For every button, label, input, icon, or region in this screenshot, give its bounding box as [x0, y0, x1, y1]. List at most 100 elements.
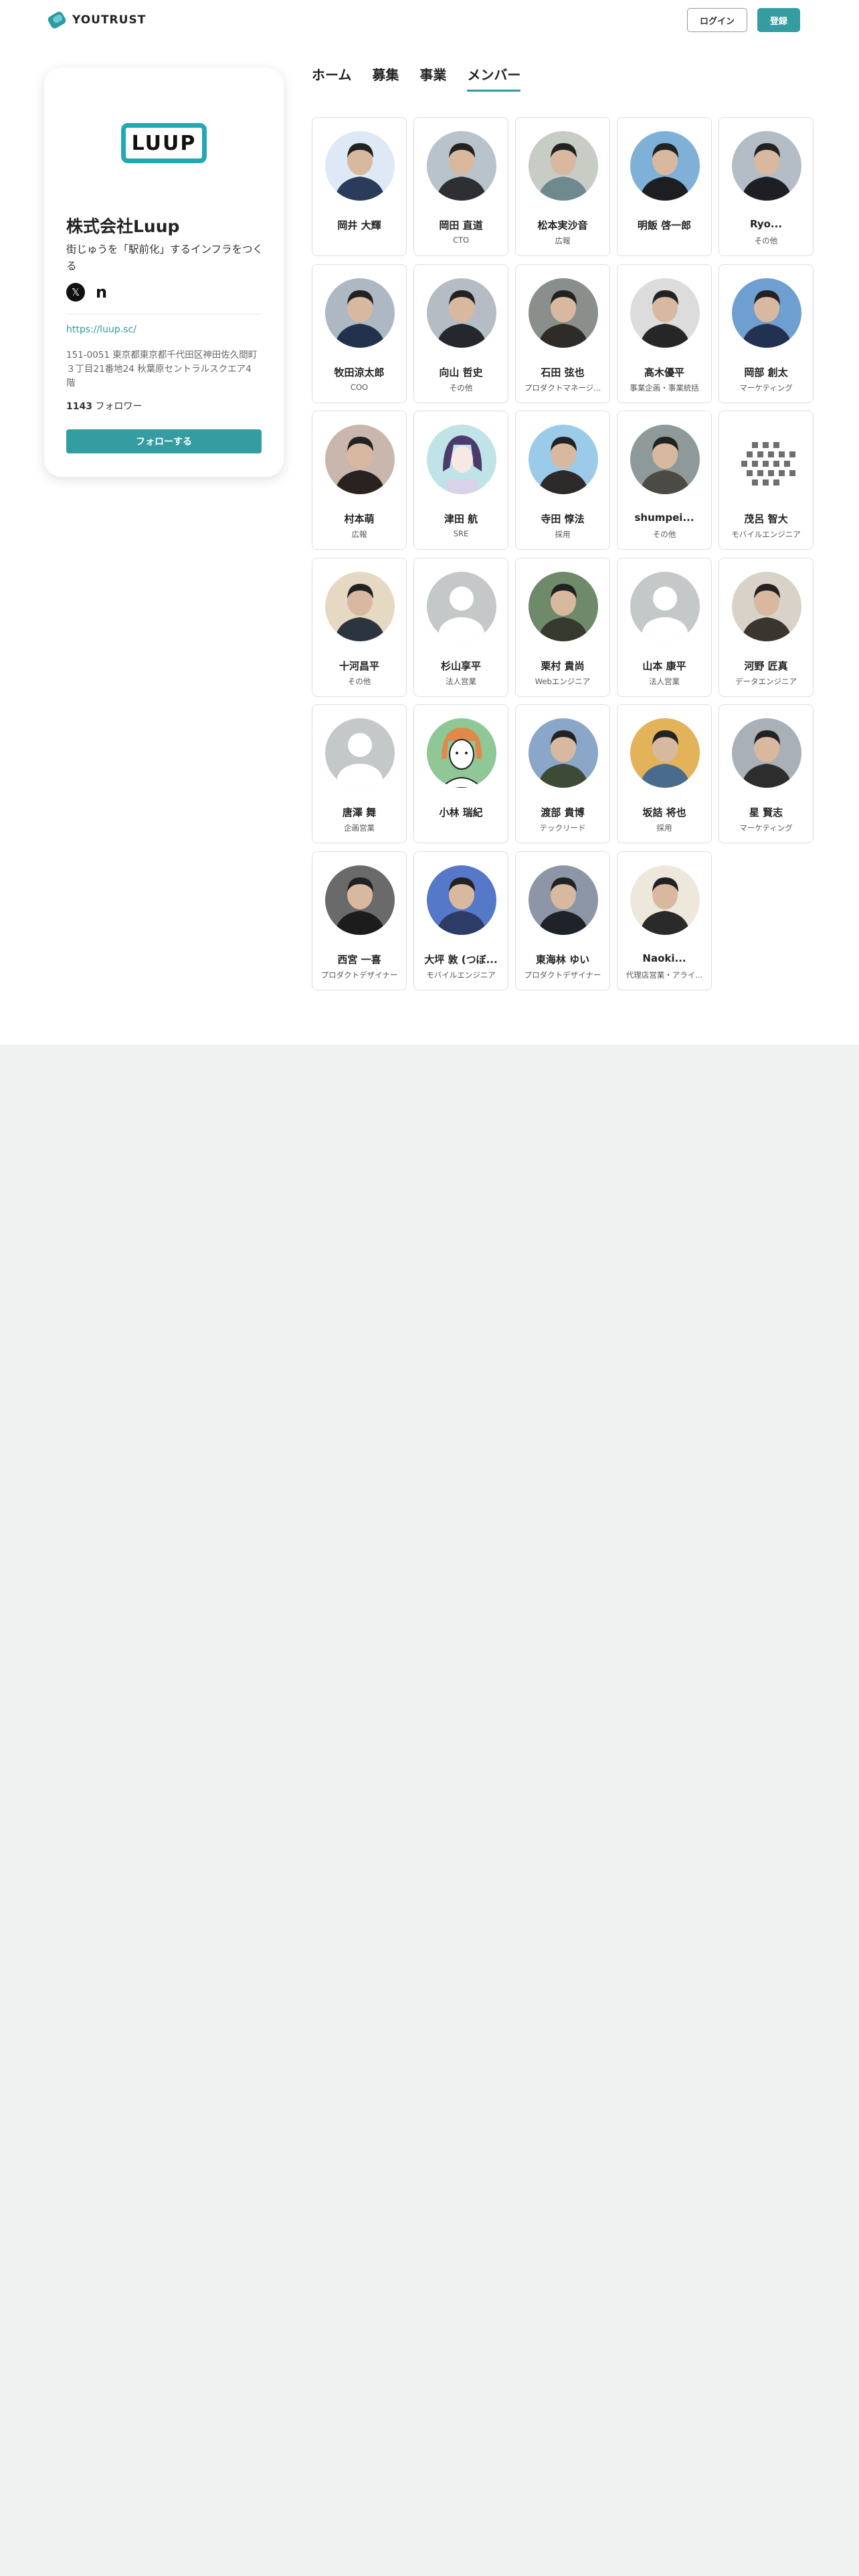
- member-card[interactable]: 東海林 ゆい プロダクトデザイナー: [515, 851, 610, 990]
- social-links: 𝕏 n: [66, 283, 107, 302]
- member-photo: [325, 571, 395, 641]
- tab-jobs[interactable]: 募集: [372, 64, 399, 92]
- member-photo: [325, 425, 395, 494]
- member-avatar: [427, 571, 496, 641]
- member-card[interactable]: 栗村 貴尚 Webエンジニア: [515, 557, 610, 697]
- member-role: COO: [350, 382, 369, 392]
- member-card[interactable]: 津田 航 SRE: [413, 411, 508, 550]
- member-role: その他: [449, 383, 473, 393]
- member-name: 西宮 一喜: [337, 953, 381, 966]
- member-role: 企画営業: [344, 823, 375, 833]
- member-avatar: [630, 278, 700, 348]
- member-card[interactable]: 小林 瑞紀: [413, 704, 508, 843]
- member-role: 事業企画・事業統括: [630, 383, 699, 393]
- member-name: 向山 哲史: [439, 366, 483, 379]
- member-name: 明飯 啓一郎: [637, 219, 692, 231]
- illustration-avatar-icon: [427, 718, 496, 788]
- member-card[interactable]: 十河昌平 その他: [312, 557, 407, 697]
- member-name: 茂呂 智大: [744, 513, 788, 525]
- follow-button[interactable]: フォローする: [66, 429, 262, 453]
- member-photo: [630, 278, 700, 348]
- member-card[interactable]: 岡部 創太 マーケティング: [719, 263, 814, 403]
- login-button[interactable]: ログイン: [687, 8, 747, 32]
- member-avatar: [325, 131, 395, 201]
- tab-members[interactable]: メンバー: [467, 64, 521, 92]
- member-role: 広報: [351, 530, 367, 539]
- member-card[interactable]: 明飯 啓一郎: [617, 117, 712, 256]
- member-card[interactable]: 石田 弦也 プロダクトマネージ...: [515, 263, 610, 403]
- member-name: 渡部 貴博: [541, 807, 585, 819]
- member-card[interactable]: 渡部 貴博 テックリード: [515, 704, 610, 843]
- member-card[interactable]: 大坪 敦 (つぼ... モバイルエンジニア: [413, 851, 508, 990]
- member-card[interactable]: 髙木優平 事業企画・事業統括: [617, 263, 712, 403]
- member-card[interactable]: 西宮 一喜 プロダクトデザイナー: [312, 851, 407, 990]
- member-role: 法人営業: [446, 676, 476, 686]
- company-name: 株式会社Luup: [66, 217, 180, 236]
- member-photo: [427, 865, 496, 935]
- member-name: 星 賢志: [749, 807, 783, 819]
- member-card[interactable]: 坂詰 将也 採用: [617, 704, 712, 843]
- member-card[interactable]: 村本萌 広報: [312, 411, 407, 550]
- member-card[interactable]: 河野 匠真 データエンジニア: [719, 557, 814, 697]
- company-website-link[interactable]: https://luup.sc/: [66, 324, 136, 335]
- member-role: データエンジニア: [735, 676, 797, 686]
- member-card[interactable]: 向山 哲史 その他: [413, 263, 508, 403]
- member-avatar: [732, 571, 801, 641]
- company-address: 151-0051 東京都東京都千代田区神田佐久間町３丁目21番地24 秋葉原セン…: [66, 350, 258, 389]
- member-name: 岡部 創太: [744, 366, 788, 379]
- pattern-avatar-icon: [732, 425, 801, 494]
- member-photo: [529, 425, 598, 494]
- member-photo: [630, 718, 700, 788]
- register-button[interactable]: 登録: [757, 8, 800, 32]
- member-name: 大坪 敦 (つぼ...: [424, 953, 498, 966]
- member-card[interactable]: 山本 康平 法人営業: [617, 557, 712, 697]
- member-photo: [630, 425, 700, 494]
- default-avatar-icon: [630, 571, 700, 641]
- x-twitter-icon[interactable]: 𝕏: [66, 283, 85, 302]
- youtrust-logo[interactable]: YOUTRUST: [47, 10, 146, 30]
- member-name: 十河昌平: [339, 659, 379, 672]
- member-card[interactable]: 岡井 大輝: [312, 117, 407, 256]
- default-avatar-icon: [427, 571, 496, 641]
- member-name: 杉山享平: [440, 659, 481, 672]
- company-tabs: ホーム 募集 事業 メンバー: [312, 64, 541, 92]
- member-photo: [732, 278, 801, 348]
- member-avatar: [630, 865, 700, 935]
- member-role: 採用: [656, 823, 672, 833]
- member-avatar: [732, 278, 801, 348]
- member-role: Webエンジニア: [535, 676, 591, 686]
- member-card[interactable]: Naoki... 代理店営業・アライ...: [617, 851, 712, 990]
- note-icon[interactable]: n: [96, 283, 107, 302]
- member-card[interactable]: 杉山享平 法人営業: [413, 557, 508, 697]
- member-photo: [732, 131, 801, 201]
- member-role: 法人営業: [649, 676, 680, 686]
- member-avatar: [529, 865, 598, 935]
- member-name: 小林 瑞紀: [439, 807, 483, 819]
- member-card[interactable]: 茂呂 智大 モバイルエンジニア: [719, 411, 814, 550]
- member-card[interactable]: 寺田 惇法 採用: [515, 411, 610, 550]
- member-card[interactable]: 牧田涼太郎 COO: [312, 263, 407, 403]
- member-avatar: [529, 425, 598, 494]
- member-card[interactable]: 唐澤 舞 企画営業: [312, 704, 407, 843]
- member-card[interactable]: Ryo... その他: [719, 117, 814, 256]
- brand-name: YOUTRUST: [72, 13, 147, 27]
- member-card[interactable]: 岡田 直道 CTO: [413, 117, 508, 256]
- company-profile-card: LUUP 株式会社Luup 街じゅうを「駅前化」するインフラをつくる 𝕏 n h…: [44, 68, 284, 477]
- member-name: 東海林 ゆい: [535, 953, 590, 966]
- member-avatar: [529, 278, 598, 348]
- default-avatar-icon: [325, 718, 395, 788]
- member-card[interactable]: shumpei... その他: [617, 411, 712, 550]
- member-avatar: [529, 131, 598, 201]
- tab-business[interactable]: 事業: [419, 64, 446, 92]
- member-name: 栗村 貴尚: [541, 659, 585, 672]
- tab-home[interactable]: ホーム: [312, 64, 351, 92]
- member-card[interactable]: 星 賢志 マーケティング: [719, 704, 814, 843]
- member-role: その他: [347, 676, 371, 686]
- member-role: プロダクトデザイナー: [524, 970, 601, 980]
- member-card[interactable]: 松本実沙音 広報: [515, 117, 610, 256]
- member-name: shumpei...: [634, 512, 694, 524]
- member-avatar: [630, 425, 700, 494]
- company-tagline: 街じゅうを「駅前化」するインフラをつくる: [66, 243, 264, 272]
- top-header: YOUTRUST ログイン 登録: [0, 0, 859, 40]
- member-avatar: [325, 571, 395, 641]
